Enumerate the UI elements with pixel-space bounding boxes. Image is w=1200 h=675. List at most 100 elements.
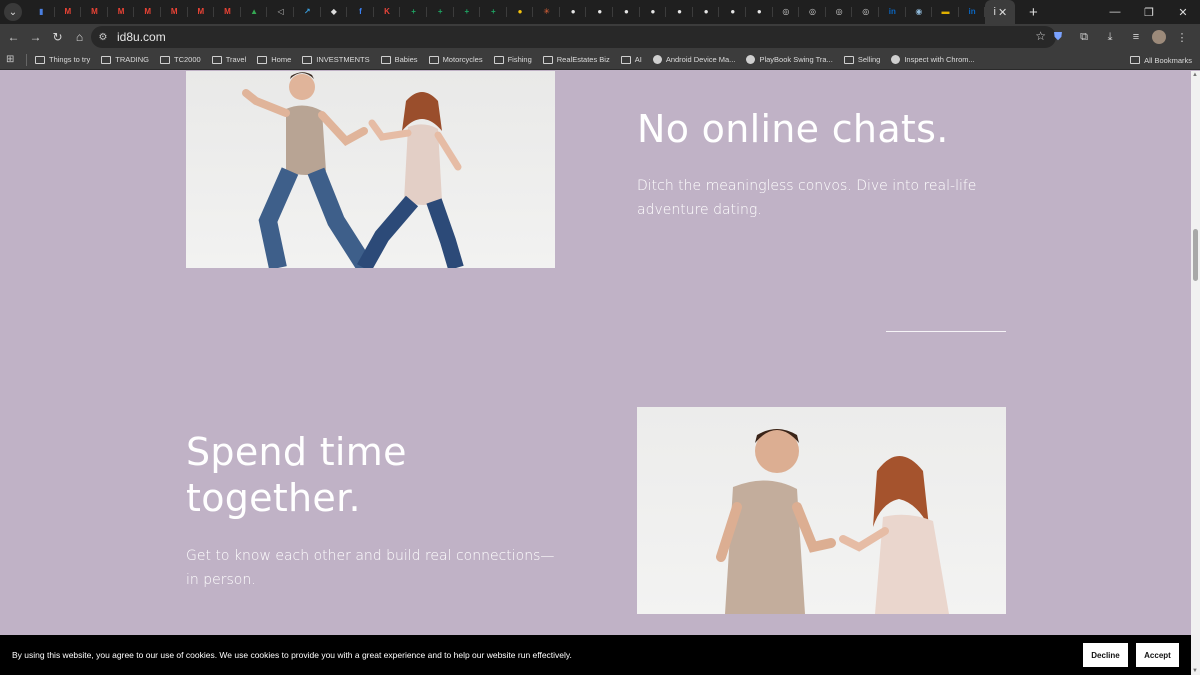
browser-tab[interactable]: ◎	[799, 0, 826, 24]
folder-icon	[428, 55, 439, 64]
bookmark-item[interactable]: RealEstates Biz	[542, 55, 610, 64]
github-icon: ●	[570, 7, 576, 16]
browser-tab[interactable]: ●	[560, 0, 587, 24]
menu-kebab-icon[interactable]: ⋮	[1172, 27, 1192, 47]
scroll-down-icon[interactable]: ▼	[1192, 668, 1198, 674]
bookmark-item[interactable]: Motorcycles	[428, 55, 483, 64]
browser-tab[interactable]: M	[55, 0, 82, 24]
browser-tab[interactable]: ●	[693, 0, 720, 24]
bookmark-star-icon[interactable]: ☆	[1035, 29, 1046, 43]
minimize-icon[interactable]: —	[1098, 0, 1132, 24]
browser-tab[interactable]: +	[427, 0, 454, 24]
close-icon[interactable]: ✕	[998, 6, 1007, 19]
browser-tab[interactable]: ●	[507, 0, 534, 24]
browser-tab[interactable]: M	[161, 0, 188, 24]
browser-tab[interactable]: ✳	[533, 0, 560, 24]
browser-tab[interactable]: ▮	[28, 0, 55, 24]
browser-tab[interactable]: in	[959, 0, 986, 24]
decline-cookies-button[interactable]: Decline	[1083, 643, 1128, 667]
bookmark-item[interactable]: Fishing	[493, 55, 532, 64]
browser-tab[interactable]: +	[400, 0, 427, 24]
bookmark-item[interactable]: Home	[257, 55, 291, 64]
extensions-icon[interactable]: ⧉	[1074, 27, 1094, 47]
browser-tab[interactable]: ↗	[294, 0, 321, 24]
browser-tab[interactable]: ●	[640, 0, 667, 24]
browser-tab[interactable]: ◎	[826, 0, 853, 24]
browser-tab[interactable]: ●	[613, 0, 640, 24]
all-bookmarks-button[interactable]: All Bookmarks	[1130, 50, 1192, 70]
browser-tab[interactable]: +	[480, 0, 507, 24]
bookmark-item[interactable]: INVESTMENTS	[302, 55, 370, 64]
tab-list: ▮ M M M M M M M ▲ ◁ ↗ ◆ f K + + + + ● ✳ ● ● ● ● ● ● ● ● ◎ ◎ ◎ ◎ in ◉ ▬ in	[28, 0, 985, 24]
folder-icon	[211, 55, 222, 64]
close-window-icon[interactable]: ✕	[1166, 0, 1200, 24]
browser-tab[interactable]: ◁	[267, 0, 294, 24]
bookmark-label: Fishing	[507, 55, 532, 64]
browser-tab[interactable]: +	[454, 0, 481, 24]
browser-tab[interactable]: f	[347, 0, 374, 24]
browser-tab[interactable]: M	[108, 0, 135, 24]
tab-active[interactable]: i ✕	[985, 0, 1016, 24]
bookmark-item[interactable]: Travel	[211, 55, 246, 64]
bookmark-item[interactable]: Android Device Ma...	[652, 55, 735, 64]
scrollbar-thumb[interactable]	[1193, 229, 1198, 281]
bookmark-item[interactable]: PlayBook Swing Tra...	[746, 55, 833, 64]
profile-avatar-icon[interactable]	[1152, 30, 1166, 44]
web-page: No online chats. Ditch the meaningless c…	[0, 71, 1191, 675]
apps-grid-icon[interactable]: ⊞	[6, 54, 20, 65]
folder-icon	[843, 55, 854, 64]
media-control-icon[interactable]: ≡	[1126, 27, 1146, 47]
page-scrollbar[interactable]: ▲ ▼	[1191, 71, 1200, 675]
bookmark-item[interactable]: AI	[620, 55, 642, 64]
accept-cookies-button[interactable]: Accept	[1136, 643, 1179, 667]
back-icon[interactable]: ←	[3, 27, 24, 47]
browser-tab[interactable]: ◎	[852, 0, 879, 24]
gmail-icon: M	[91, 7, 98, 16]
home-icon[interactable]: ⌂	[69, 27, 90, 47]
bitwarden-shield-icon[interactable]: ⛊	[1048, 27, 1068, 47]
browser-tab[interactable]: ●	[586, 0, 613, 24]
browser-tab[interactable]: ●	[746, 0, 773, 24]
browser-tab[interactable]: M	[214, 0, 241, 24]
browser-tab[interactable]: M	[188, 0, 215, 24]
new-tab-button[interactable]: +	[1025, 4, 1041, 21]
browser-tab[interactable]: ◉	[906, 0, 933, 24]
bookmarks-bar: ⊞ Things to try TRADING TC2000 Travel Home IN…	[0, 50, 1200, 70]
bookmark-item[interactable]: Inspect with Chrom...	[891, 55, 975, 64]
section-divider	[886, 331, 1006, 332]
browser-tab[interactable]: M	[134, 0, 161, 24]
bookmark-item[interactable]: Things to try	[35, 55, 90, 64]
gmail-icon: M	[64, 7, 72, 16]
bookmark-item[interactable]: Babies	[380, 55, 418, 64]
bookmark-item[interactable]: TRADING	[101, 55, 149, 64]
globe-icon: ◎	[809, 7, 816, 16]
gmail-icon: M	[170, 7, 178, 16]
browser-tab[interactable]: ◎	[773, 0, 800, 24]
bookmark-item[interactable]: TC2000	[160, 55, 201, 64]
github-icon: ●	[703, 7, 709, 16]
forward-icon[interactable]: →	[25, 27, 46, 47]
site-icon	[652, 55, 662, 64]
restore-icon[interactable]: ❐	[1132, 0, 1166, 24]
site-settings-icon[interactable]: ⚙	[95, 32, 111, 43]
scroll-up-icon[interactable]: ▲	[1192, 72, 1198, 78]
browser-tab[interactable]: ▲	[241, 0, 268, 24]
url-text[interactable]: id8u.com	[117, 30, 166, 44]
bookmark-label: Selling	[857, 55, 881, 64]
bookmark-label: PlayBook Swing Tra...	[759, 55, 833, 64]
tab-search-icon[interactable]: ⌄	[4, 3, 22, 21]
browser-tab[interactable]: K	[374, 0, 401, 24]
browser-tab[interactable]: in	[879, 0, 906, 24]
browser-tab[interactable]: ◆	[321, 0, 348, 24]
bookmark-item[interactable]: Selling	[843, 55, 881, 64]
address-bar[interactable]: ⚙ id8u.com ☆	[91, 26, 1056, 48]
browser-tab[interactable]: M	[81, 0, 108, 24]
browser-tab[interactable]: ●	[666, 0, 693, 24]
github-icon: ●	[650, 7, 656, 16]
browser-tab[interactable]: ▬	[932, 0, 959, 24]
browser-tab[interactable]: ●	[719, 0, 746, 24]
flag-icon: ▬	[941, 7, 950, 16]
reload-icon[interactable]: ↻	[47, 27, 68, 47]
download-icon[interactable]: ⤓	[1100, 27, 1120, 47]
folder-icon	[1130, 56, 1141, 64]
